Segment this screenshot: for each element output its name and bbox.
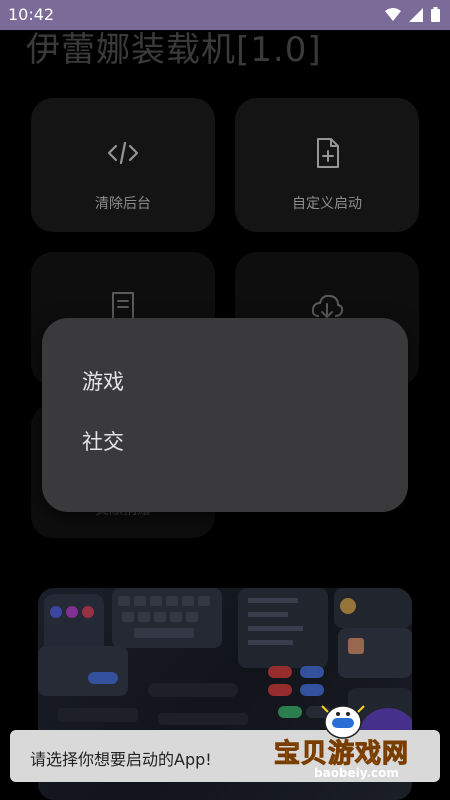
category-popup-menu: 游戏 社交 [42,318,408,512]
wifi-icon [385,7,401,21]
signal-icon [409,7,423,22]
site-watermark: 宝贝游戏网 baobeiy.com [270,700,450,800]
toast-text: 请选择你想要启动的App! [30,750,212,769]
menu-item-games[interactable]: 游戏 [82,366,124,396]
app-screen: 10:42 伊蕾娜装载机[1.0] 清除后台 自定义启动 游戏 社交 请选择你想… [0,0,450,800]
menu-item-social[interactable]: 社交 [82,426,124,456]
watermark-url: baobeiy.com [314,766,399,780]
watermark-title: 宝贝游戏网 [273,739,410,770]
status-icons [385,7,440,22]
battery-icon [431,7,440,22]
